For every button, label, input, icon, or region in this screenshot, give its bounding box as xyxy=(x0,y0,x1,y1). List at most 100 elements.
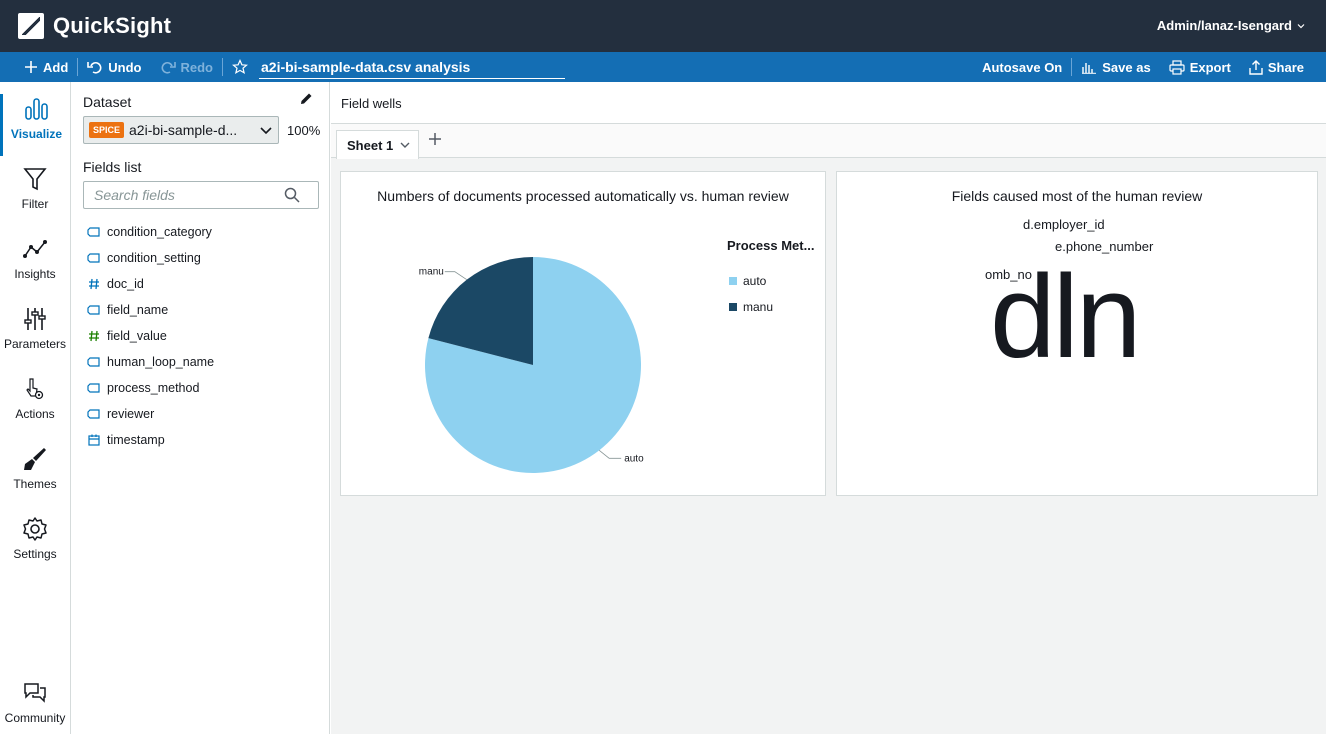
search-fields xyxy=(83,181,319,209)
legend-swatch-auto xyxy=(729,277,737,285)
analysis-title-input[interactable] xyxy=(259,55,565,79)
nav-label: Themes xyxy=(13,477,57,491)
sheet-tab-label: Sheet 1 xyxy=(347,137,394,153)
dataset-name: a2i-bi-sample-d... xyxy=(129,122,238,138)
undo-button-label: Undo xyxy=(108,59,142,75)
legend-item-manu[interactable]: manu xyxy=(729,300,773,314)
user-menu[interactable]: Admin/lanaz-Isengard xyxy=(1157,18,1306,33)
field-item-timestamp[interactable]: timestamp xyxy=(87,430,165,450)
share-label: Share xyxy=(1267,59,1304,75)
calendar-field-icon xyxy=(87,434,100,447)
redo-button-label: Redo xyxy=(180,59,214,75)
spice-badge: SPICE xyxy=(89,122,125,138)
nav-item-parameters[interactable]: Parameters xyxy=(0,304,70,366)
sliders-icon xyxy=(24,308,46,330)
measure-field-icon xyxy=(87,330,100,343)
pie-chart: manu auto xyxy=(419,257,644,473)
nav-item-themes[interactable]: Themes xyxy=(0,444,70,506)
field-wells-label: Field wells xyxy=(341,96,402,111)
export-button[interactable]: Export xyxy=(1160,52,1240,82)
field-name: doc_id xyxy=(107,277,144,291)
pie-label-leader-auto xyxy=(598,450,622,459)
export-label: Export xyxy=(1189,59,1231,75)
field-item-field-value[interactable]: field_value xyxy=(87,326,167,346)
filter-icon xyxy=(23,168,47,191)
word-cloud-visual[interactable]: Fields caused most of the human review d… xyxy=(836,171,1318,496)
word-employer-id[interactable]: d.employer_id xyxy=(1023,218,1105,231)
string-field-icon xyxy=(87,408,100,421)
save-as-button[interactable]: Save as xyxy=(1072,52,1159,82)
brush-icon xyxy=(24,448,46,470)
nav-label: Actions xyxy=(15,407,55,421)
field-item-reviewer[interactable]: reviewer xyxy=(87,404,154,424)
quicksight-logo-icon xyxy=(18,13,44,39)
nav-item-insights[interactable]: Insights xyxy=(0,234,70,296)
printer-icon xyxy=(1169,59,1185,75)
field-name: reviewer xyxy=(107,407,155,421)
edit-dataset-icon[interactable] xyxy=(299,92,313,106)
autosave-toggle[interactable]: Autosave On xyxy=(973,52,1071,82)
app-name: QuickSight xyxy=(53,13,172,38)
pie-chart-visual[interactable]: Numbers of documents processed automatic… xyxy=(340,171,826,496)
tab-sheet-1[interactable]: Sheet 1 xyxy=(336,130,419,159)
field-name: field_value xyxy=(107,329,167,343)
autosave-label: Autosave On xyxy=(982,59,1063,75)
undo-button[interactable]: Undo xyxy=(78,52,150,82)
pie-data-label-manu: manu xyxy=(419,267,444,278)
nav-item-visualize[interactable]: Visualize xyxy=(0,94,70,156)
field-item-condition-category[interactable]: condition_category xyxy=(87,222,212,242)
main-canvas: Field wells Sheet 1 Numbers of documents… xyxy=(331,82,1326,734)
nav-item-community[interactable]: Community xyxy=(0,678,70,734)
top-bar: QuickSight Admin/lanaz-Isengard xyxy=(0,0,1326,52)
field-item-field-name[interactable]: field_name xyxy=(87,300,168,320)
search-fields-input[interactable] xyxy=(94,187,284,203)
chevron-down-icon[interactable] xyxy=(399,139,411,151)
undo-icon xyxy=(87,62,102,74)
dataset-select[interactable]: SPICE a2i-bi-sample-d... xyxy=(83,116,279,144)
share-icon xyxy=(1249,59,1263,75)
search-icon[interactable] xyxy=(284,187,300,203)
string-field-icon xyxy=(87,304,100,317)
string-field-icon xyxy=(87,382,100,395)
visual-title: Fields caused most of the human review xyxy=(951,188,1203,204)
add-sheet-icon[interactable] xyxy=(428,132,442,146)
save-as-label: Save as xyxy=(1102,59,1151,75)
share-button[interactable]: Share xyxy=(1240,52,1326,82)
field-name: condition_setting xyxy=(107,251,201,265)
bar-chart-icon xyxy=(24,98,48,120)
add-button-label: Add xyxy=(43,59,69,75)
redo-button[interactable]: Redo xyxy=(151,52,223,82)
nav-label: Community xyxy=(4,711,66,725)
nav-item-filter[interactable]: Filter xyxy=(0,164,70,226)
field-name: condition_category xyxy=(107,225,212,239)
redo-icon xyxy=(161,62,176,74)
chevron-down-icon xyxy=(1297,23,1305,28)
field-item-doc-id[interactable]: doc_id xyxy=(87,274,144,294)
field-item-human-loop-name[interactable]: human_loop_name xyxy=(87,352,214,372)
string-field-icon xyxy=(87,356,100,369)
chat-bubbles-icon xyxy=(24,683,46,703)
gear-icon xyxy=(23,517,47,541)
left-navigation: Visualize Filter Insights Parameters Act… xyxy=(0,82,71,734)
quicksight-logo[interactable]: QuickSight xyxy=(18,13,171,39)
field-wells-bar[interactable]: Field wells xyxy=(331,82,1326,124)
plus-icon xyxy=(25,61,37,73)
nav-item-settings[interactable]: Settings xyxy=(0,514,70,576)
chevron-down-icon xyxy=(260,127,272,135)
favorite-button[interactable] xyxy=(223,52,257,82)
legend-title: Process Met... xyxy=(727,238,815,253)
field-item-process-method[interactable]: process_method xyxy=(87,378,199,398)
field-name: timestamp xyxy=(107,433,165,447)
legend-item-auto[interactable]: auto xyxy=(729,274,766,288)
nav-item-actions[interactable]: Actions xyxy=(0,374,70,436)
nav-label: Filter xyxy=(21,197,49,211)
spice-percent: 100% xyxy=(287,123,321,138)
word-dln[interactable]: dln xyxy=(990,258,1141,376)
cursor-gear-icon xyxy=(26,378,44,400)
legend-label: auto xyxy=(743,274,767,288)
nav-label: Parameters xyxy=(3,337,67,351)
field-item-condition-setting[interactable]: condition_setting xyxy=(87,248,201,268)
add-button[interactable]: Add xyxy=(0,52,77,82)
insights-icon xyxy=(23,240,47,258)
legend-swatch-manu xyxy=(729,303,737,311)
